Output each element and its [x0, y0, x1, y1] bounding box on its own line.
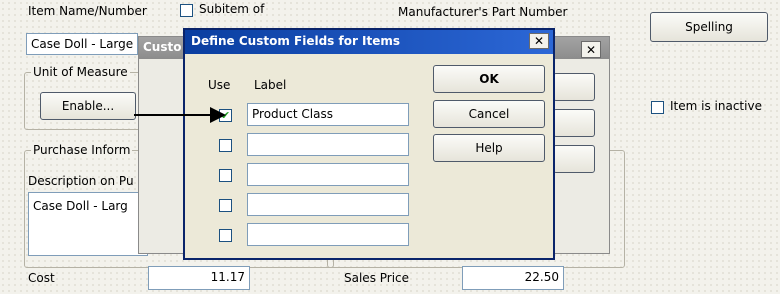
- purchase-group-title: Purchase Inform: [31, 143, 133, 157]
- sales-price-label: Sales Price: [344, 271, 410, 285]
- inactive-label: Item is inactive: [670, 99, 762, 113]
- custom-field-label-2[interactable]: [247, 133, 409, 156]
- help-button[interactable]: Help: [433, 134, 545, 162]
- cost-input[interactable]: 11.17: [148, 266, 250, 290]
- purchase-desc-input[interactable]: Case Doll - Larg: [28, 192, 148, 256]
- subitem-checkbox[interactable]: [180, 4, 193, 17]
- custom-fields-button-3[interactable]: [553, 145, 595, 173]
- mpn-label: Manufacturer's Part Number: [398, 5, 568, 19]
- custom-field-label-3[interactable]: [247, 163, 409, 186]
- use-checkbox-2[interactable]: [219, 139, 232, 152]
- item-name-label: Item Name/Number: [28, 4, 147, 18]
- sales-price-input[interactable]: 22.50: [462, 266, 564, 290]
- custom-field-label-1[interactable]: Product Class: [247, 103, 409, 126]
- custom-fields-button-1[interactable]: [553, 73, 595, 101]
- use-checkbox-5[interactable]: [219, 229, 232, 242]
- define-custom-fields-dialog: Define Custom Fields for Items ✕ Use Lab…: [183, 28, 555, 260]
- use-checkbox-4[interactable]: [219, 199, 232, 212]
- use-column-header: Use: [208, 78, 231, 92]
- close-icon[interactable]: ✕: [529, 33, 549, 49]
- subitem-label: Subitem of: [199, 2, 265, 16]
- purchase-desc-label: Description on Pu: [28, 174, 134, 188]
- item-name-input[interactable]: Case Doll - Large: [26, 33, 138, 55]
- callout-arrow-icon: [134, 107, 226, 123]
- cancel-button[interactable]: Cancel: [433, 100, 545, 128]
- cost-label: Cost: [28, 271, 55, 285]
- spelling-button[interactable]: Spelling: [650, 12, 768, 42]
- custom-fields-button-2[interactable]: [553, 109, 595, 137]
- define-custom-fields-title: Define Custom Fields for Items: [185, 30, 553, 54]
- close-icon[interactable]: ✕: [581, 41, 601, 58]
- custom-field-label-5[interactable]: [247, 223, 409, 246]
- ok-button[interactable]: OK: [433, 65, 545, 93]
- inactive-checkbox[interactable]: [651, 101, 664, 114]
- enable-button[interactable]: Enable...: [40, 92, 136, 120]
- custom-field-label-4[interactable]: [247, 193, 409, 216]
- use-checkbox-3[interactable]: [219, 169, 232, 182]
- label-column-header: Label: [254, 78, 287, 92]
- uom-group-title: Unit of Measure: [31, 65, 130, 79]
